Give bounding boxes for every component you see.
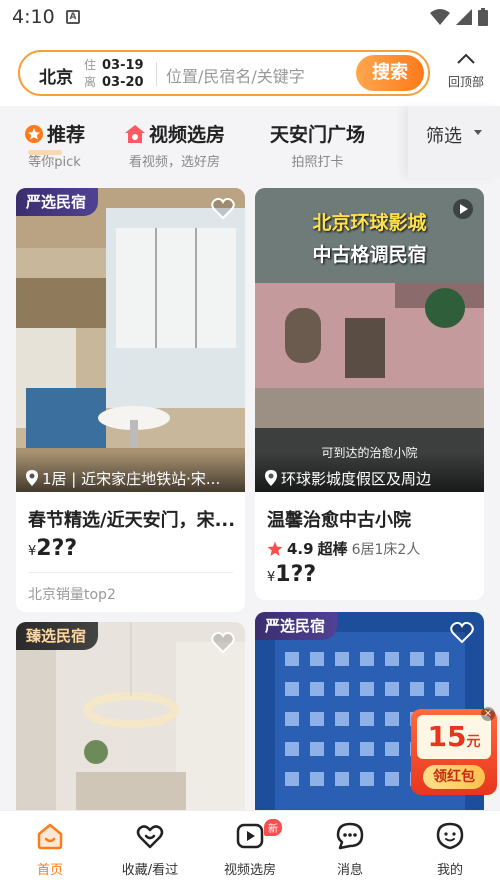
listing-title: 温馨治愈中古小院 <box>267 510 411 531</box>
tab-active-indicator <box>28 150 62 155</box>
house-icon <box>125 124 145 143</box>
tab-video-rooms-title: 视频选房 <box>149 124 226 146</box>
listing-photo: 严选民宿 1居 | 近宋家庄地铁站·宋... <box>16 188 245 492</box>
star-icon <box>267 541 283 556</box>
dropdown-arrow-icon <box>474 130 482 135</box>
profile-icon <box>436 822 464 850</box>
tab-tiananmen-title: 天安门广场 <box>270 124 366 146</box>
checkout-label: 离 <box>84 75 97 89</box>
chat-bubble-icon <box>336 822 364 850</box>
nav-video-rooms-label: 视频选房 <box>223 863 276 878</box>
rating-word: 超棒 <box>317 540 348 558</box>
video-icon <box>236 823 264 849</box>
rating-row: 4.9 超棒 6居1床2人 <box>267 538 420 559</box>
red-packet-amount-box: 15元 <box>417 715 491 759</box>
search-box[interactable]: 北京 住 03-19 离 03-20 位置/民宿名/关键字 搜索 <box>18 50 430 96</box>
listing-card[interactable]: 北京环球影城 中古格调民宿 可到达的治愈小院 环球影城度假区及周边 温馨治愈中古… <box>255 188 484 600</box>
badge-label: 臻选民宿 <box>16 622 99 650</box>
listing-price: ¥1?? <box>267 562 316 587</box>
nav-messages[interactable]: 消息 <box>300 821 400 878</box>
favorite-heart-icon[interactable] <box>211 198 235 220</box>
video-overlay-title-1: 北京环球影城 <box>312 212 427 234</box>
tab-recommend-title: 推荐 <box>47 124 86 146</box>
favorite-heart-icon[interactable] <box>450 622 474 644</box>
room-info: 6居1床2人 <box>351 541 421 558</box>
back-to-top-label: 回顶部 <box>447 75 484 89</box>
search-input[interactable]: 位置/民宿名/关键字 <box>166 63 305 87</box>
video-play-icon[interactable] <box>452 198 474 220</box>
filter-label: 筛选 <box>426 126 462 147</box>
checkin-label: 住 <box>84 58 97 72</box>
listing-video-thumbnail: 北京环球影城 中古格调民宿 可到达的治愈小院 环球影城度假区及周边 <box>255 188 484 492</box>
nav-home-label: 首页 <box>36 863 63 878</box>
city-selector[interactable]: 北京 <box>39 63 73 88</box>
checkout-date: 03-20 <box>102 75 144 90</box>
filter-button[interactable]: 筛选 <box>408 106 500 178</box>
listing-price: ¥2?? <box>28 536 77 561</box>
date-selector[interactable]: 住 03-19 离 03-20 <box>84 57 144 91</box>
nav-favorites-label: 收藏/看过 <box>121 863 179 878</box>
nav-home[interactable]: 首页 <box>0 821 100 878</box>
favorite-heart-icon[interactable] <box>211 632 235 654</box>
location-bar: 1居 | 近宋家庄地铁站·宋... <box>16 452 245 492</box>
card-divider <box>28 572 233 573</box>
status-bar: 4:10 A <box>0 0 500 34</box>
listing-card[interactable]: 臻选民宿 <box>16 622 245 822</box>
video-overlay-title-2: 中古格调民宿 <box>312 244 427 266</box>
notification-icon: A <box>66 10 80 24</box>
bottom-nav: 首页 收藏/看过 新 视频选房 消息 我的 <box>0 810 500 888</box>
home-icon <box>37 823 63 850</box>
price-value: 2?? <box>36 536 78 561</box>
heart-icon <box>136 825 164 849</box>
listing-title: 春节精选/近天安门，宋... <box>28 510 236 531</box>
badge-label: 严选民宿 <box>255 612 338 640</box>
listing-photo: 臻选民宿 <box>16 622 245 822</box>
sales-rank: 北京销量top2 <box>28 587 116 603</box>
signal-icon <box>456 9 472 25</box>
red-packet-amount: 15 <box>427 720 467 753</box>
location-text: 环球影城度假区及周边 <box>281 469 432 488</box>
location-pin-icon <box>26 470 38 486</box>
new-badge: 新 <box>264 819 282 836</box>
tab-video-rooms-sub: 看视频，选好房 <box>129 155 221 170</box>
status-time: 4:10 <box>12 6 55 28</box>
tab-tiananmen[interactable]: 天安门广场 拍照打卡 <box>270 120 365 170</box>
tab-video-rooms[interactable]: 视频选房 看视频，选好房 <box>124 120 225 170</box>
search-button[interactable]: 搜索 <box>356 55 424 91</box>
tab-tiananmen-sub: 拍照打卡 <box>291 155 344 170</box>
wifi-icon <box>430 9 450 25</box>
status-icons <box>430 8 488 26</box>
red-packet-unit: 元 <box>466 734 481 750</box>
rating-score: 4.9 <box>287 539 314 558</box>
chevron-up-icon <box>457 53 475 64</box>
price-value: 1?? <box>275 562 317 587</box>
close-icon[interactable]: × <box>481 707 495 721</box>
nav-video-rooms[interactable]: 新 视频选房 <box>200 819 300 878</box>
red-packet-claim-button[interactable]: 领红包 <box>423 765 485 789</box>
checkin-date: 03-19 <box>102 58 144 73</box>
location-pin-icon <box>265 470 277 486</box>
nav-profile[interactable]: 我的 <box>400 821 500 878</box>
nav-messages-label: 消息 <box>336 863 363 878</box>
listing-card[interactable]: 严选民宿 1居 | 近宋家庄地铁站·宋... 春节精选/近天安门，宋... ¥2… <box>16 188 245 612</box>
search-divider <box>156 62 157 86</box>
badge-star-icon <box>25 124 43 143</box>
back-to-top-button[interactable]: 回顶部 <box>440 50 492 90</box>
nav-profile-label: 我的 <box>436 863 463 878</box>
tab-recommend[interactable]: 推荐 等你pick <box>24 120 85 170</box>
search-area: 北京 住 03-19 离 03-20 位置/民宿名/关键字 搜索 回顶部 <box>0 34 500 106</box>
location-text: 1居 | 近宋家庄地铁站·宋... <box>42 469 221 488</box>
nav-favorites[interactable]: 收藏/看过 <box>100 821 200 878</box>
badge-label: 严选民宿 <box>16 188 99 216</box>
red-packet-promo[interactable]: 15元 领红包 × <box>409 705 499 797</box>
battery-icon <box>478 8 488 26</box>
location-bar: 环球影城度假区及周边 <box>255 452 484 492</box>
room-photo-loft <box>16 188 245 492</box>
